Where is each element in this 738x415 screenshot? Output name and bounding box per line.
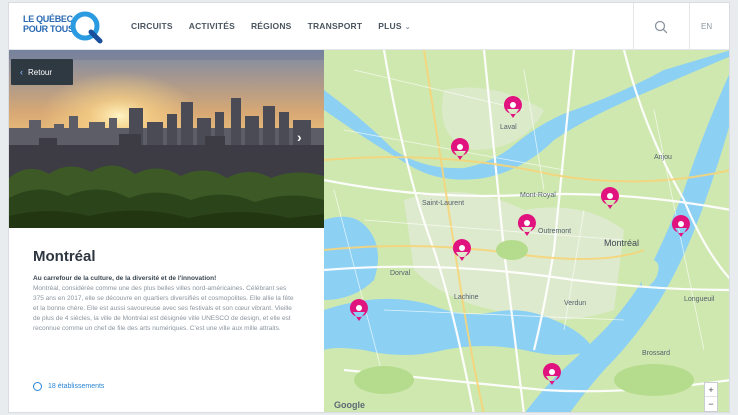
logo-text-line1: LE QUÉBEC bbox=[23, 14, 73, 24]
map-label-montreal: Montréal bbox=[604, 238, 640, 248]
search-icon bbox=[654, 20, 668, 34]
main-nav: CIRCUITS ACTIVITÉS RÉGIONS TRANSPORT PLU… bbox=[131, 21, 411, 31]
zoom-out-button[interactable]: − bbox=[705, 397, 717, 411]
header-divider bbox=[633, 3, 634, 49]
map-label-outremont: Outremont bbox=[538, 228, 572, 235]
location-icon bbox=[33, 382, 42, 391]
chevron-down-icon: ⌄ bbox=[404, 24, 411, 31]
nav-circuits[interactable]: CIRCUITS bbox=[131, 21, 173, 31]
map-label-saint-laurent: Saint-Laurent bbox=[422, 200, 465, 207]
map-label-anjou: Anjou bbox=[654, 154, 672, 161]
nav-plus-label: PLUS bbox=[378, 21, 402, 31]
app-window: LE QUÉBEC POUR TOUS CIRCUITS ACTIVITÉS R… bbox=[8, 2, 730, 413]
map-label-longueuil: Longueuil bbox=[684, 296, 715, 303]
destination-title: Montréal bbox=[33, 248, 96, 265]
back-label: Retour bbox=[28, 67, 53, 77]
map-label-laval: Laval bbox=[500, 124, 517, 131]
map-label-verdun: Verdun bbox=[564, 300, 587, 307]
map-canvas bbox=[324, 50, 729, 412]
map-view[interactable]: Laval Montréal Longueuil Brossard Verdun… bbox=[324, 50, 729, 412]
destination-lead: Au carrefour de la culture, de la divers… bbox=[33, 275, 217, 282]
site-logo[interactable]: LE QUÉBEC POUR TOUS bbox=[21, 9, 113, 45]
chevron-left-icon: ‹ bbox=[20, 67, 23, 77]
back-button[interactable]: ‹ Retour bbox=[11, 59, 73, 85]
google-attribution: Google bbox=[334, 400, 365, 410]
establishments-link-label: 18 établissements bbox=[48, 383, 105, 390]
header-divider bbox=[689, 3, 690, 49]
logo-q-icon bbox=[70, 11, 103, 44]
map-label-mont-royal: Mont-Royal bbox=[520, 192, 556, 199]
nav-transport[interactable]: TRANSPORT bbox=[308, 21, 363, 31]
nav-plus[interactable]: PLUS ⌄ bbox=[378, 21, 411, 31]
language-switch[interactable]: EN bbox=[701, 22, 712, 31]
search-button[interactable] bbox=[653, 19, 669, 35]
top-navigation-bar: LE QUÉBEC POUR TOUS CIRCUITS ACTIVITÉS R… bbox=[9, 3, 729, 50]
map-label-lachine: Lachine bbox=[454, 294, 479, 301]
nav-regions[interactable]: RÉGIONS bbox=[251, 21, 292, 31]
map-label-brossard: Brossard bbox=[642, 350, 671, 357]
establishments-link[interactable]: 18 établissements bbox=[33, 382, 104, 391]
map-label-dorval: Dorval bbox=[390, 270, 411, 277]
destination-info-card: Montréal Au carrefour de la culture, de … bbox=[9, 228, 324, 412]
destination-description: Montréal, considérée comme une des plus … bbox=[33, 285, 294, 332]
nav-activites[interactable]: ACTIVITÉS bbox=[189, 21, 235, 31]
next-photo-arrow[interactable]: › bbox=[297, 129, 311, 147]
zoom-in-button[interactable]: + bbox=[705, 383, 717, 397]
map-zoom-control: + − bbox=[704, 382, 718, 412]
